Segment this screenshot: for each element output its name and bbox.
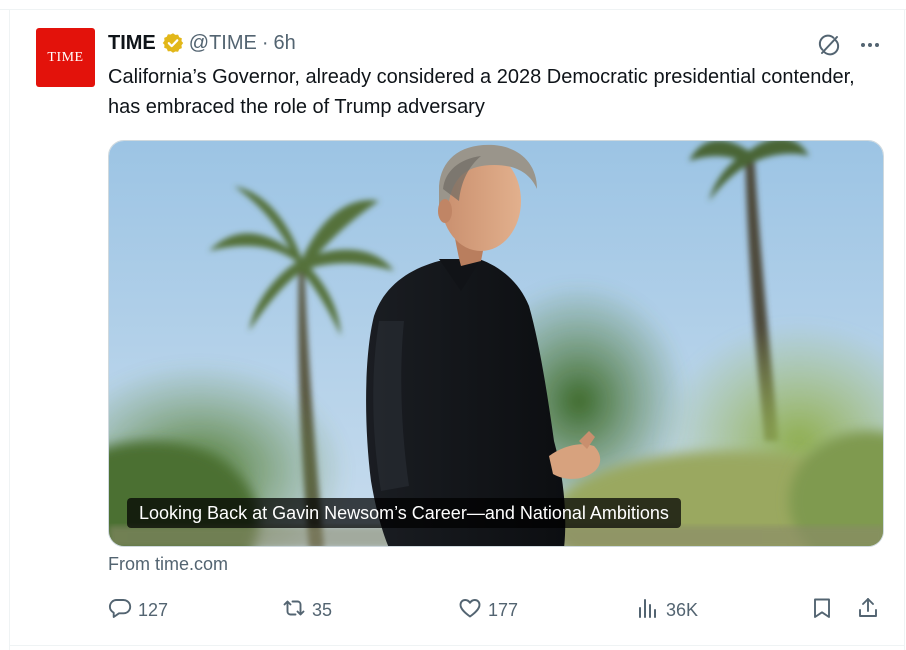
share-icon: [856, 596, 880, 625]
tweet-text: California’s Governor, already considere…: [108, 66, 855, 118]
views-button[interactable]: 36K: [636, 596, 698, 624]
like-count: 177: [488, 599, 519, 620]
views-icon: [636, 596, 660, 625]
action-bar: 127 35 177 36K: [108, 596, 884, 624]
more-icon[interactable]: [856, 31, 884, 59]
link-card[interactable]: Looking Back at Gavin Newsom’s Career—an…: [108, 140, 884, 547]
author-name[interactable]: TIME: [108, 32, 156, 55]
card-source[interactable]: From time.com: [108, 554, 228, 575]
views-count: 36K: [666, 599, 699, 620]
avatar[interactable]: TIME: [36, 28, 95, 87]
tweet-header: TIME @TIME · 6h: [108, 30, 296, 56]
repost-count: 35: [312, 599, 333, 620]
card-title: Looking Back at Gavin Newsom’s Career—an…: [127, 498, 681, 528]
avatar-logo-text: TIME: [47, 49, 84, 65]
left-border: [9, 10, 10, 650]
top-divider: [0, 0, 906, 10]
bookmark-icon: [810, 596, 834, 625]
reply-icon: [108, 596, 132, 625]
tweet-timestamp[interactable]: 6h: [274, 32, 296, 55]
share-button[interactable]: [856, 596, 880, 624]
reply-button[interactable]: 127: [108, 596, 168, 624]
author-handle[interactable]: @TIME: [189, 32, 257, 55]
verified-badge-icon[interactable]: [162, 32, 184, 54]
like-icon: [458, 596, 482, 625]
like-button[interactable]: 177: [458, 596, 518, 624]
grok-icon[interactable]: [815, 31, 843, 59]
header-separator: ·: [261, 31, 269, 54]
repost-icon: [282, 596, 306, 625]
reply-count: 127: [138, 599, 169, 620]
card-photo: [109, 141, 883, 546]
right-border: [904, 10, 905, 650]
bookmark-button[interactable]: [810, 596, 834, 624]
bottom-divider: [10, 645, 904, 646]
repost-button[interactable]: 35: [282, 596, 332, 624]
